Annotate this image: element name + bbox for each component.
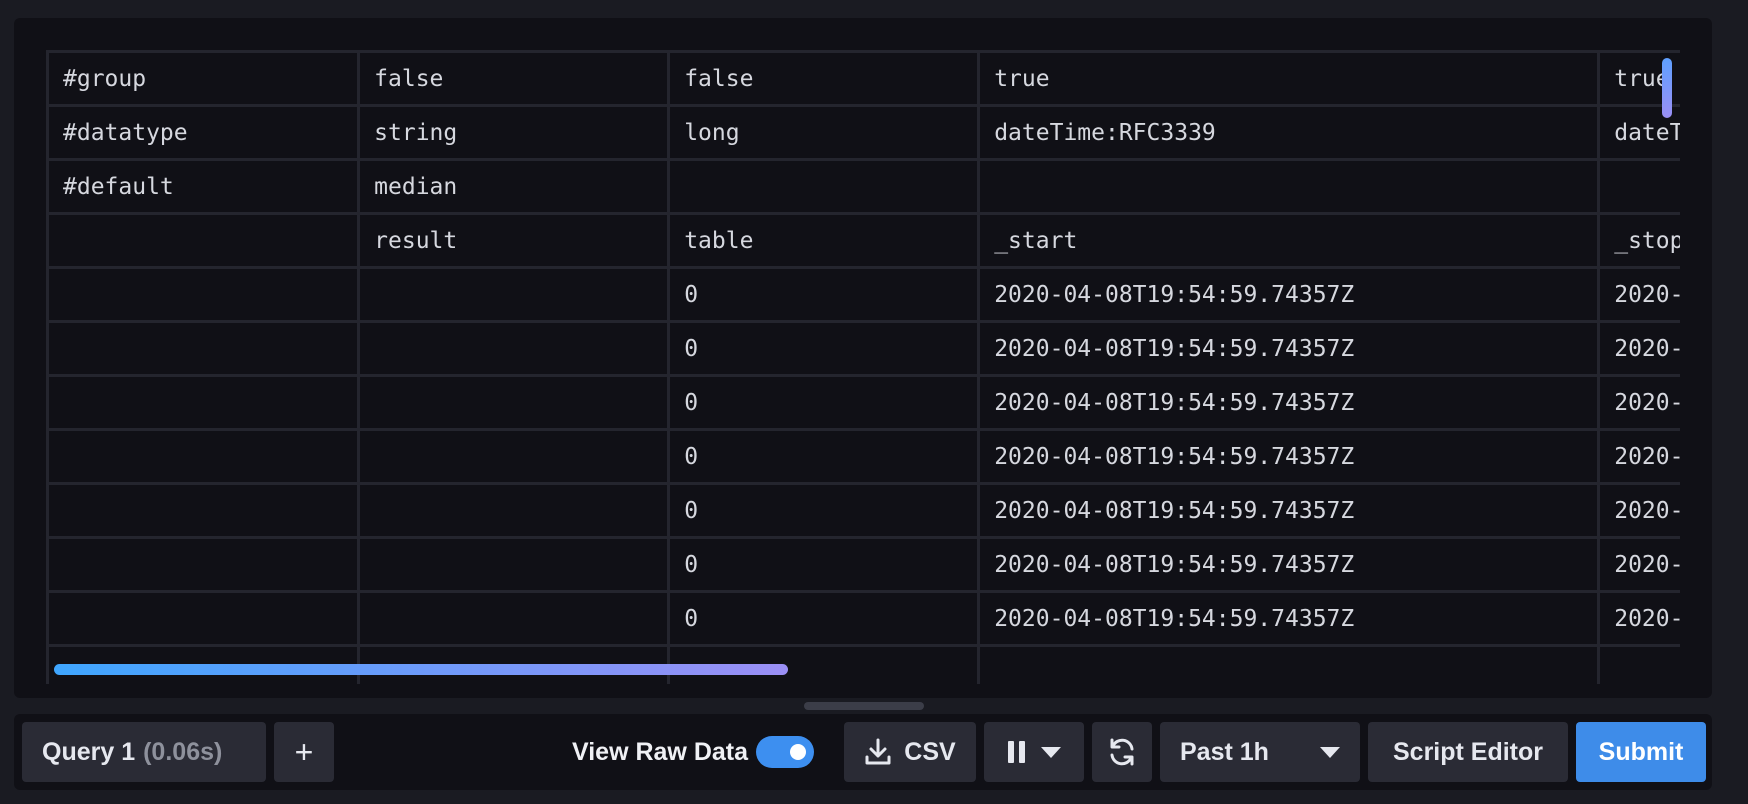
table-cell: 0	[667, 320, 981, 377]
raw-data-panel: #group false false true true #datatype string l…	[14, 18, 1712, 698]
table-cell	[357, 428, 671, 485]
table-row: result table _start _stop	[46, 212, 1680, 269]
table-cell	[357, 482, 671, 539]
horizontal-scrollbar[interactable]	[54, 664, 788, 675]
query-toolbar: Query 1 (0.06s) + View Raw Data CSV Past…	[14, 714, 1712, 790]
table-cell: 2020-04-	[1597, 428, 1680, 485]
table-cell	[977, 644, 1601, 684]
raw-data-table: #group false false true true #datatype string l…	[46, 50, 1680, 684]
table-cell	[667, 158, 981, 215]
table-cell	[46, 212, 361, 269]
table-cell	[46, 428, 361, 485]
table-row: 02020-04-08T19:54:59.74357Z2020-04-	[46, 428, 1680, 485]
table-row: #group false false true true	[46, 50, 1680, 107]
refresh-button[interactable]	[1092, 722, 1152, 782]
table-row: #default median	[46, 158, 1680, 215]
view-raw-data-toggle[interactable]	[756, 736, 815, 768]
view-raw-data-label: View Raw Data	[572, 737, 749, 766]
table-row: 02020-04-08T19:54:59.74357Z2020-04-	[46, 536, 1680, 593]
table-row: #datatypestringlongdateTime:RFC3339dateT…	[46, 104, 1680, 161]
refresh-icon	[1110, 738, 1134, 766]
table-cell: false	[667, 50, 981, 107]
table-cell	[46, 374, 361, 431]
view-raw-data-control: View Raw Data	[572, 722, 815, 782]
script-editor-label: Script Editor	[1392, 737, 1543, 766]
table-row: 02020-04-08T19:54:59.74357Z2020-04-	[46, 590, 1680, 647]
table-cell: 0	[667, 428, 981, 485]
table-cell: _start	[977, 212, 1601, 269]
plus-icon: +	[294, 733, 314, 770]
download-icon	[865, 738, 891, 765]
table-cell: 0	[667, 482, 981, 539]
toggle-knob	[790, 744, 807, 760]
csv-label: CSV	[904, 737, 956, 766]
table-cell: 0	[667, 590, 981, 647]
table-cell: string	[357, 104, 671, 161]
table-cell: 2020-04-	[1597, 590, 1680, 647]
submit-label: Submit	[1598, 737, 1684, 766]
table-cell: 2020-04-08T19:54:59.74357Z	[977, 374, 1601, 431]
table-row: 02020-04-08T19:54:59.74357Z2020-04-	[46, 320, 1680, 377]
table-cell	[46, 266, 361, 323]
table-row: 02020-04-08T19:54:59.74357Z2020-04-	[46, 482, 1680, 539]
table-cell: 2020-04-08T19:54:59.74357Z	[977, 590, 1601, 647]
query-timing: (0.06s)	[143, 737, 223, 766]
table-cell	[46, 320, 361, 377]
query-tab[interactable]: Query 1 (0.06s)	[22, 722, 266, 782]
table-cell	[357, 590, 671, 647]
table-cell: 2020-04-08T19:54:59.74357Z	[977, 320, 1601, 377]
table-cell	[357, 266, 671, 323]
table-cell: #group	[46, 50, 361, 107]
table-cell: 2020-04-08T19:54:59.74357Z	[977, 428, 1601, 485]
table-cell: #datatype	[46, 104, 361, 161]
time-range-dropdown[interactable]: Past 1h	[1160, 722, 1360, 782]
table-cell: #default	[46, 158, 361, 215]
pause-button[interactable]	[984, 722, 1084, 782]
csv-download-button[interactable]: CSV	[844, 722, 976, 782]
table-cell: 0	[667, 374, 981, 431]
table-cell	[1597, 644, 1680, 684]
table-cell: dateTime:RFC3339	[977, 104, 1601, 161]
table-cell: 2020-04-	[1597, 266, 1680, 323]
table-cell: 2020-04-	[1597, 536, 1680, 593]
table-cell: 2020-04-08T19:54:59.74357Z	[977, 482, 1601, 539]
table-cell: 0	[667, 536, 981, 593]
table-cell	[357, 374, 671, 431]
table-cell	[357, 536, 671, 593]
table-row: 02020-04-08T19:54:59.74357Z2020-04-	[46, 266, 1680, 323]
table-cell	[357, 320, 671, 377]
raw-data-viewport[interactable]: #group false false true true #datatype string l…	[46, 50, 1680, 684]
chevron-down-icon	[1320, 746, 1340, 758]
table-cell	[977, 158, 1601, 215]
table-cell: 2020-04-08T19:54:59.74357Z	[977, 536, 1601, 593]
chevron-down-icon	[1040, 746, 1061, 758]
table-cell: 2020-04-08T19:54:59.74357Z	[977, 266, 1601, 323]
table-cell: 0	[667, 266, 981, 323]
raw-table-body: #group false false true true #datatype string l…	[46, 50, 1680, 684]
add-query-button[interactable]: +	[274, 722, 334, 782]
time-range-label: Past 1h	[1180, 737, 1269, 766]
query-tab-label: Query 1	[42, 737, 136, 766]
table-cell: median	[357, 158, 671, 215]
table-cell: 2020-04-	[1597, 482, 1680, 539]
table-cell: result	[357, 212, 671, 269]
table-cell: long	[667, 104, 981, 161]
table-cell: table	[667, 212, 981, 269]
table-cell	[46, 482, 361, 539]
table-cell: false	[357, 50, 671, 107]
pause-icon	[1007, 741, 1025, 763]
table-cell: 2020-04-	[1597, 320, 1680, 377]
table-row: 02020-04-08T19:54:59.74357Z2020-04-	[46, 374, 1680, 431]
table-cell	[46, 590, 361, 647]
table-cell	[1597, 158, 1680, 215]
panel-resize-handle[interactable]	[804, 702, 924, 710]
table-cell	[46, 536, 361, 593]
vertical-scrollbar[interactable]	[1662, 58, 1672, 118]
submit-button[interactable]: Submit	[1576, 722, 1706, 782]
table-cell: true	[977, 50, 1601, 107]
script-editor-button[interactable]: Script Editor	[1368, 722, 1568, 782]
table-cell: _stop	[1597, 212, 1680, 269]
table-cell: 2020-04-	[1597, 374, 1680, 431]
